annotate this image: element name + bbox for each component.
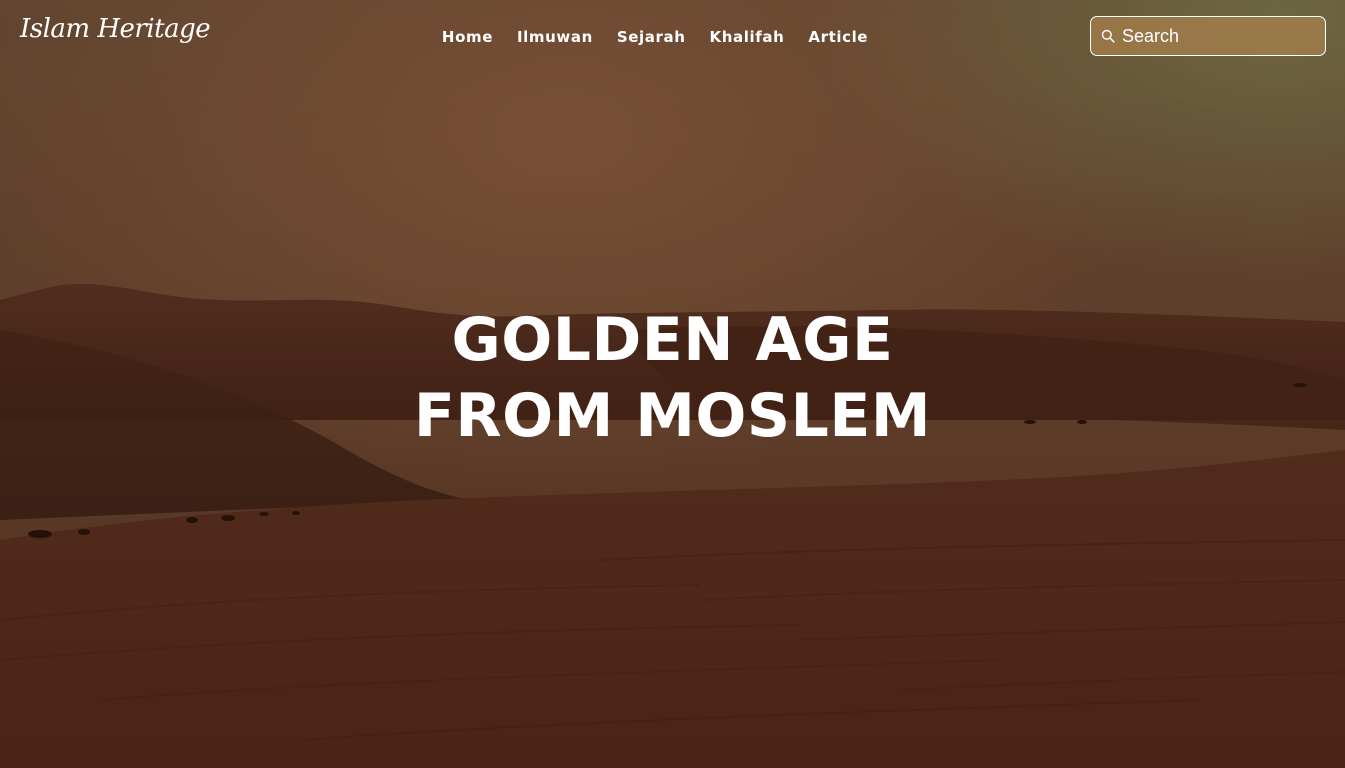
- hero-title-line-1: GOLDEN AGE: [451, 305, 894, 375]
- nav-item-home: Home: [442, 27, 493, 46]
- main-navigation: Home Ilmuwan Sejarah Khalifah Article: [442, 27, 868, 46]
- nav-link-home[interactable]: Home: [442, 28, 493, 46]
- nav-link-article[interactable]: Article: [808, 28, 868, 46]
- nav-link-ilmuwan[interactable]: Ilmuwan: [517, 28, 593, 46]
- landing-page: Islam Heritage Home Ilmuwan Sejarah Khal…: [0, 0, 1345, 768]
- hero-title-line-2: FROM MOSLEM: [413, 381, 932, 451]
- search-icon: [1101, 29, 1115, 43]
- nav-item-khalifah: Khalifah: [710, 27, 785, 46]
- nav-link-sejarah[interactable]: Sejarah: [617, 28, 686, 46]
- nav-item-sejarah: Sejarah: [617, 27, 686, 46]
- nav-item-ilmuwan: Ilmuwan: [517, 27, 593, 46]
- top-navbar: Islam Heritage Home Ilmuwan Sejarah Khal…: [0, 0, 1345, 76]
- nav-link-khalifah[interactable]: Khalifah: [710, 28, 785, 46]
- search-input[interactable]: [1122, 25, 1312, 47]
- hero-title: GOLDEN AGE FROM MOSLEM: [0, 302, 1345, 454]
- site-logo[interactable]: Islam Heritage: [20, 14, 211, 44]
- nav-item-article: Article: [808, 27, 868, 46]
- search-box[interactable]: [1090, 16, 1326, 56]
